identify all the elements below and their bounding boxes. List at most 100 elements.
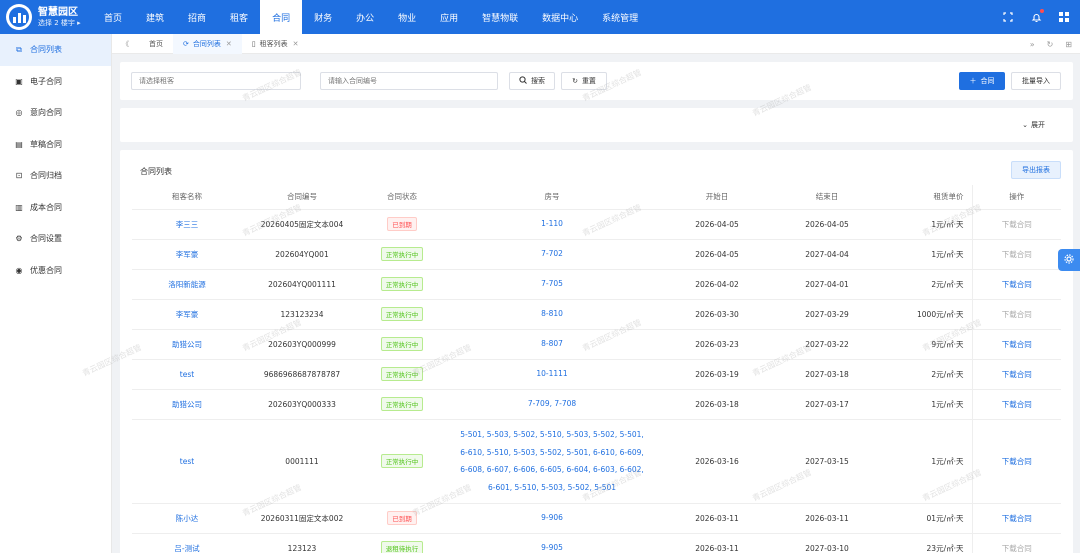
download-contract-link[interactable]: 下载合同 <box>1002 220 1032 229</box>
room-link[interactable]: 9-905 <box>442 539 662 553</box>
close-icon[interactable]: ✕ <box>226 40 232 48</box>
room-link[interactable]: 6-608, 6-607, 6-606, 6-605, 6-604, 6-603… <box>442 461 662 479</box>
export-report-button[interactable]: 导出报表 <box>1011 161 1061 179</box>
reset-button[interactable]: ↻ 重置 <box>561 72 607 90</box>
room-link[interactable]: 7-709, 7-708 <box>442 395 662 413</box>
tenant-name-link[interactable]: 陈小达 <box>132 503 242 534</box>
nav-item[interactable]: 财务 <box>302 0 344 34</box>
tenant-select[interactable] <box>131 72 301 90</box>
download-contract-link[interactable]: 下载合同 <box>1002 544 1032 553</box>
close-icon[interactable]: ✕ <box>293 40 299 48</box>
nav-item[interactable]: 租客 <box>218 0 260 34</box>
fullscreen-icon[interactable] <box>1002 11 1014 23</box>
settings-float-button[interactable] <box>1058 249 1080 271</box>
tenant-name-link[interactable]: test <box>132 359 242 390</box>
download-contract-link[interactable]: 下载合同 <box>1002 310 1032 319</box>
download-contract-link[interactable]: 下载合同 <box>1002 340 1032 349</box>
sidebar: ⧉ 合同列表 ▣ 电子合同 ◎ 意向合同 ▤ 草稿合同 ⊡ 合同归档 ▥ 成本合同 ⚙ 合同设置 ◉ 优惠合同 <box>0 34 112 553</box>
batch-import-button[interactable]: 批量导入 <box>1011 72 1061 90</box>
download-contract-link[interactable]: 下载合同 <box>1002 514 1032 523</box>
pin-icon: ◎ <box>15 108 23 118</box>
room-link[interactable]: 7-705 <box>442 275 662 293</box>
tenant-name-link[interactable]: test <box>132 419 242 504</box>
status-badge: 正常执行中 <box>380 277 424 291</box>
status-badge: 正常执行中 <box>380 367 424 381</box>
building-selector[interactable]: 选择 2 楼宇 ▸ <box>38 19 81 27</box>
add-contract-button[interactable]: ＋ 合同 <box>959 72 1005 90</box>
table-row: 李三三 20260405固定文本004 已到期 1-110 2026-04-05 2026… <box>132 209 1061 240</box>
sidebar-item[interactable]: ⊡ 合同归档 <box>0 160 111 192</box>
status-cell: 正常执行中 <box>362 389 442 420</box>
room-link[interactable]: 8-807 <box>442 335 662 353</box>
room-link[interactable]: 10-1111 <box>442 365 662 383</box>
download-contract-link[interactable]: 下载合同 <box>1002 370 1032 379</box>
status-cell: 已到期 <box>362 209 442 240</box>
room-link[interactable]: 6-601, 5-510, 5-503, 5-502, 5-501 <box>442 479 662 497</box>
operation-cell: 下载合同 <box>971 269 1061 300</box>
room-link[interactable]: 8-810 <box>442 305 662 323</box>
nav-item[interactable]: 合同 <box>260 0 303 34</box>
start-date: 2026-03-23 <box>662 329 772 360</box>
room-cell: 7-709, 7-708 <box>442 389 662 420</box>
nav-item[interactable]: 物业 <box>386 0 428 34</box>
refresh-icon[interactable]: ↻ <box>1047 40 1054 49</box>
tab-contract-list[interactable]: ⟳ 合同列表 ✕ <box>173 33 242 54</box>
brand-name: 智慧园区 <box>38 6 78 18</box>
tab-tenant-list[interactable]: ▯ 租客列表 ✕ <box>242 34 309 54</box>
sidebar-item[interactable]: ◎ 意向合同 <box>0 97 111 129</box>
end-date: 2027-04-01 <box>772 269 882 300</box>
start-date: 2026-04-02 <box>662 269 772 300</box>
sidebar-item[interactable]: ⧉ 合同列表 <box>0 34 111 66</box>
room-link[interactable]: 1-110 <box>442 215 662 233</box>
sidebar-item[interactable]: ▣ 电子合同 <box>0 66 111 98</box>
brand[interactable]: 智慧园区 选择 2 楼宇 ▸ <box>0 0 92 34</box>
grid-icon[interactable]: ⊞ <box>1065 40 1072 49</box>
list-title: 合同列表 <box>140 167 172 176</box>
scroll-right-icon[interactable]: » <box>1030 40 1035 49</box>
status-badge: 退租待执行 <box>380 541 424 553</box>
nav-item[interactable]: 首页 <box>92 0 134 34</box>
top-navbar: 智慧园区 选择 2 楼宇 ▸ 首页 建筑 招商 租客 合同 财务 办公 物业 应用 智慧物联 数据中… <box>0 0 1080 34</box>
expand-toggle[interactable]: ⌄ 展开 <box>1022 120 1045 130</box>
tenant-name-link[interactable]: 李军豪 <box>132 299 242 330</box>
main-nav: 首页 建筑 招商 租客 合同 财务 办公 物业 应用 智慧物联 数据中心 系统管理 <box>92 0 650 34</box>
nav-item[interactable]: 系统管理 <box>590 0 650 34</box>
room-link[interactable]: 7-702 <box>442 245 662 263</box>
sidebar-item[interactable]: ▤ 草稿合同 <box>0 129 111 161</box>
download-contract-link[interactable]: 下载合同 <box>1002 280 1032 289</box>
tenant-name-link[interactable]: 李军豪 <box>132 239 242 270</box>
download-contract-link[interactable]: 下载合同 <box>1002 250 1032 259</box>
nav-item[interactable]: 建筑 <box>134 0 176 34</box>
download-contract-link[interactable]: 下载合同 <box>1002 400 1032 409</box>
expand-label: 展开 <box>1031 121 1045 129</box>
collapse-chevron-icon[interactable]: 《 <box>112 34 139 54</box>
tenant-name-link[interactable]: 李三三 <box>132 209 242 240</box>
search-button[interactable]: 搜索 <box>509 72 555 90</box>
download-contract-link[interactable]: 下载合同 <box>1002 457 1032 466</box>
contract-code-input[interactable] <box>320 72 498 90</box>
sidebar-item[interactable]: ⚙ 合同设置 <box>0 223 111 255</box>
tenant-name-link[interactable]: 吕-测试 <box>132 533 242 553</box>
tenant-name-link[interactable]: 助猎公司 <box>132 329 242 360</box>
sidebar-item[interactable]: ◉ 优惠合同 <box>0 255 111 287</box>
bell-icon[interactable] <box>1030 9 1044 23</box>
tenant-name-link[interactable]: 助猎公司 <box>132 389 242 420</box>
room-link[interactable]: 9-906 <box>442 509 662 527</box>
contract-code: 123123234 <box>242 299 362 330</box>
end-date: 2027-03-15 <box>772 419 882 504</box>
unit-price: 1元/㎡·天 <box>882 389 972 420</box>
nav-item[interactable]: 办公 <box>344 0 386 34</box>
room-link[interactable]: 5-501, 5-503, 5-502, 5-510, 5-503, 5-502… <box>442 426 662 444</box>
contract-icon: ▣ <box>15 76 23 86</box>
apps-grid-icon[interactable] <box>1058 11 1070 23</box>
tab-home[interactable]: 首页 <box>139 34 173 54</box>
room-link[interactable]: 6-610, 5-510, 5-503, 5-502, 5-501, 6-610… <box>442 444 662 462</box>
nav-item[interactable]: 应用 <box>428 0 470 34</box>
status-cell: 正常执行中 <box>362 359 442 390</box>
nav-item[interactable]: 数据中心 <box>530 0 590 34</box>
nav-item[interactable]: 智慧物联 <box>470 0 530 34</box>
sidebar-item[interactable]: ▥ 成本合同 <box>0 192 111 224</box>
contract-code: 20260405固定文本004 <box>242 209 362 240</box>
nav-item[interactable]: 招商 <box>176 0 218 34</box>
tenant-name-link[interactable]: 洛阳新能源 <box>132 269 242 300</box>
